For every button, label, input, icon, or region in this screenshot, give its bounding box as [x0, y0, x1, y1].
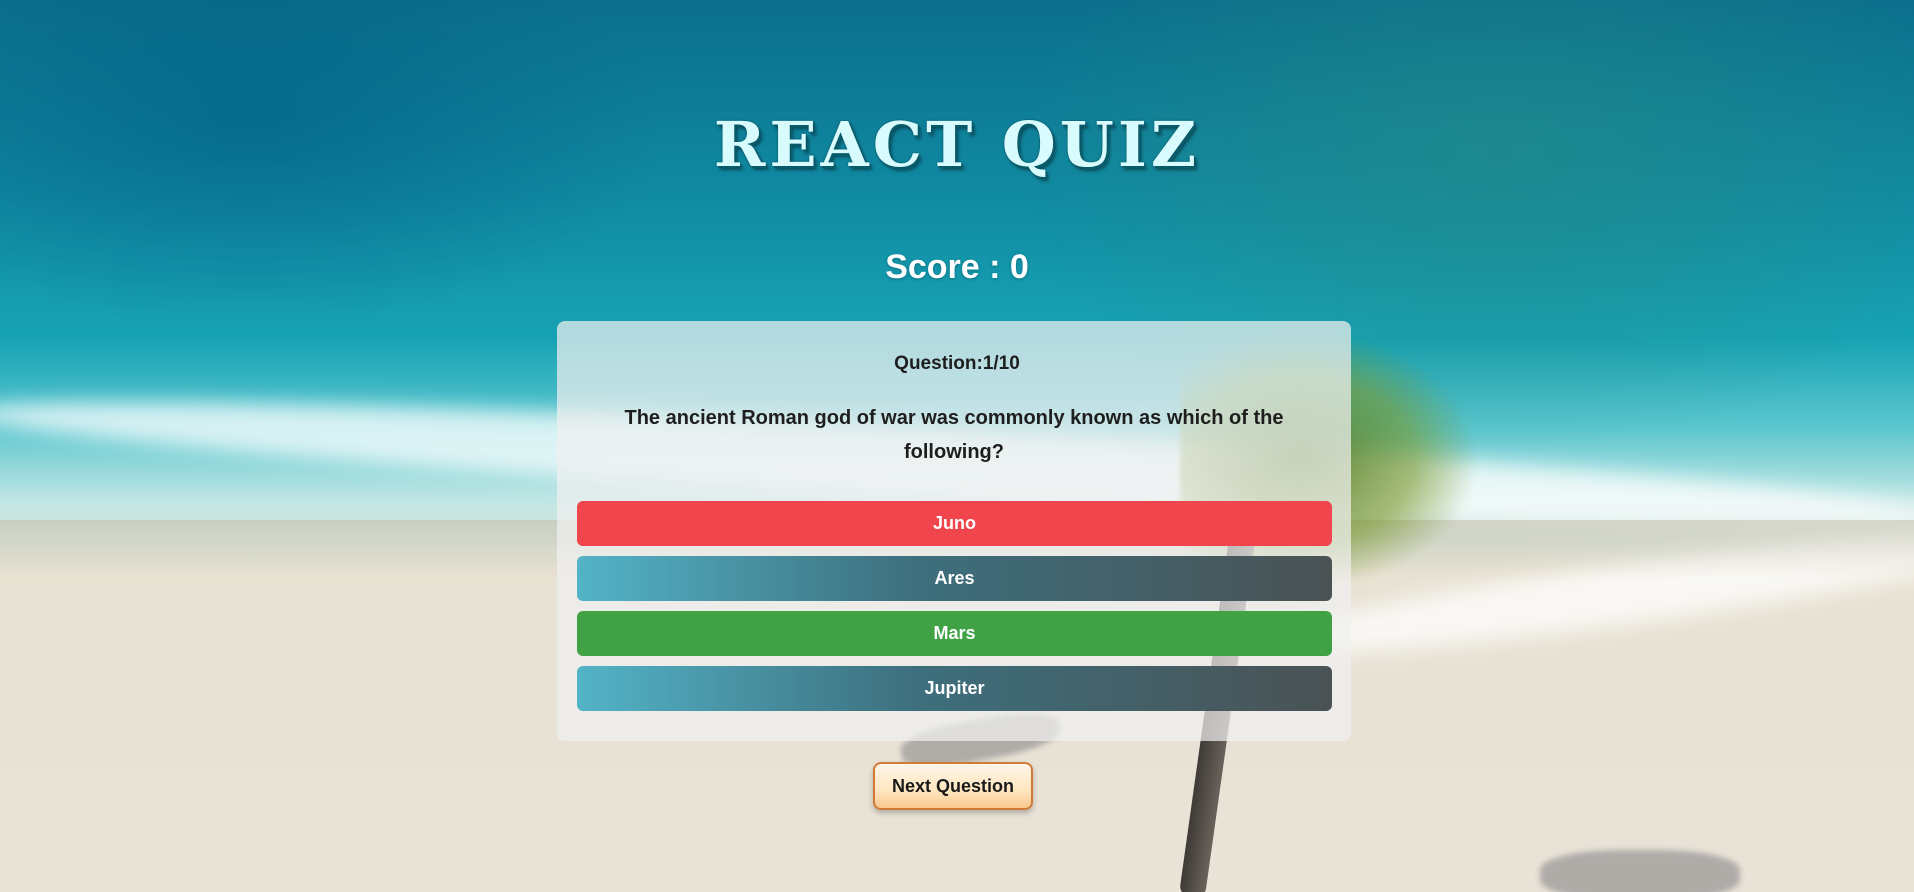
answer-option-ares[interactable]: Ares — [577, 556, 1332, 601]
question-number: Question:1/10 — [894, 353, 1020, 374]
quiz-app: REACT QUIZ Score : 0 Question:1/10 The a… — [0, 0, 1914, 892]
answer-option-jupiter[interactable]: Jupiter — [577, 666, 1332, 711]
next-question-button[interactable]: Next Question — [873, 762, 1033, 810]
answer-option-mars[interactable]: Mars — [577, 611, 1332, 656]
score-display: Score : 0 — [885, 248, 1029, 286]
answer-option-juno[interactable]: Juno — [577, 501, 1332, 546]
app-title: REACT QUIZ — [713, 108, 1201, 181]
question-text: The ancient Roman god of war was commonl… — [624, 407, 1284, 463]
